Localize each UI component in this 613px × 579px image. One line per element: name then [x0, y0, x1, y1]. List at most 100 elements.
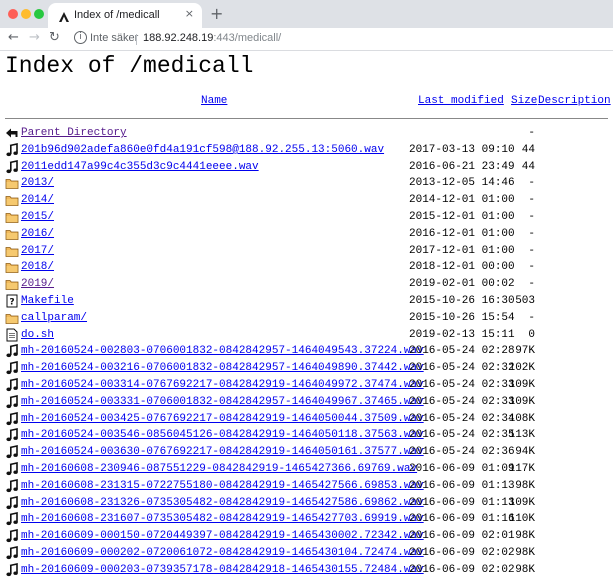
entry-name-link[interactable]: 2015/ — [21, 211, 54, 223]
entry-name-link[interactable]: mh-20160524-003630-0767692217-0842842919… — [21, 446, 424, 458]
entry-name-link[interactable]: 2018/ — [21, 261, 54, 273]
table-row: 2018/2018-12-01 00:00- — [0, 259, 613, 276]
entry-name-link[interactable]: do.sh — [21, 329, 54, 341]
entry-name-link[interactable]: mh-20160524-003546-0856045126-0842842919… — [21, 429, 424, 441]
table-row: mh-20160609-000150-0720449397-0842842919… — [0, 528, 613, 545]
entry-size: 102K — [508, 362, 535, 375]
entry-name-link[interactable]: mh-20160608-231607-0735305482-0842842919… — [21, 513, 424, 525]
entry-size: - — [528, 244, 535, 257]
entry-name-link[interactable]: mh-20160524-003331-0706001832-0842842957… — [21, 396, 424, 408]
entry-size: 113K — [508, 429, 535, 442]
entry-name-link[interactable]: 2011edd147a99c4c355d3c9c4441eeee.wav — [21, 161, 259, 173]
table-row: 2019/2019-02-01 00:02- — [0, 276, 613, 293]
entry-last-modified: 2016-06-09 02:02 — [409, 563, 515, 576]
reload-button[interactable]: ↻ — [49, 30, 60, 45]
entry-name-link[interactable]: 2019/ — [21, 278, 54, 290]
entry-size: 94K — [515, 446, 535, 459]
music-note-icon — [5, 428, 19, 442]
entry-name-link[interactable]: 201b96d902adefa860e0fd4a191cf598@188.92.… — [21, 144, 384, 156]
entry-size: - — [528, 261, 535, 274]
table-row: mh-20160524-003314-0767692217-0842842919… — [0, 377, 613, 394]
entry-name-link[interactable]: mh-20160608-230946-087551229-0842842919-… — [21, 463, 417, 475]
entry-name-link[interactable]: mh-20160524-003216-0706001832-0842842957… — [21, 362, 424, 374]
table-row: 2013/2013-12-05 14:46- — [0, 175, 613, 192]
address-divider — [136, 34, 137, 45]
entry-name-link[interactable]: mh-20160524-003314-0767692217-0842842919… — [21, 379, 424, 391]
music-note-icon — [5, 478, 19, 493]
entry-name-link[interactable]: mh-20160524-002803-0706001832-0842842957… — [21, 345, 424, 357]
browser-toolbar: ← → ↻ i Inte säker 188.92.248.19:443/med… — [0, 28, 613, 51]
entry-name-link[interactable]: 2016/ — [21, 228, 54, 240]
entry-name-link[interactable]: mh-20160608-231326-0735305482-0842842919… — [21, 497, 424, 509]
entry-name-link[interactable]: mh-20160608-231315-0722755180-0842842919… — [21, 480, 424, 492]
url-path: :443/medicall/ — [213, 32, 282, 44]
entry-size: 98K — [515, 479, 535, 492]
entry-name-link[interactable]: Parent Directory — [21, 127, 127, 139]
entry-last-modified: 2016-06-09 01:13 — [409, 479, 515, 492]
sort-by-name-link[interactable]: Name — [201, 95, 227, 107]
entry-size: 109K — [508, 496, 535, 509]
minimize-window-button[interactable] — [21, 9, 31, 19]
entry-size: 0 — [528, 328, 535, 341]
entry-last-modified: 2016-05-24 02:28 — [409, 345, 515, 358]
address-bar[interactable]: 188.92.248.19:443/medicall/ — [143, 32, 281, 44]
entry-name-link[interactable]: mh-20160609-000203-0739357178-0842842918… — [21, 564, 424, 576]
table-row: ? Makefile 2015-10-26 16:30 503 — [0, 293, 613, 310]
entry-last-modified: 2017-12-01 01:00 — [409, 244, 515, 257]
entry-name-link[interactable]: 2017/ — [21, 245, 54, 257]
entry-name-link[interactable]: 2014/ — [21, 194, 54, 206]
folder-icon — [5, 244, 19, 258]
music-note-icon — [5, 411, 19, 426]
url-host: 188.92.248.19 — [143, 32, 214, 44]
sort-by-last-modified-link[interactable]: Last modified — [418, 95, 504, 107]
table-row: 201b96d902adefa860e0fd4a191cf598@188.92.… — [0, 142, 613, 159]
music-note-icon — [5, 462, 19, 476]
folder-icon — [5, 227, 19, 241]
zoom-window-button[interactable] — [34, 9, 44, 19]
entry-name-link[interactable]: callparam/ — [21, 312, 87, 324]
sort-by-description-link[interactable]: Description — [538, 95, 611, 107]
table-row: 2015/2015-12-01 01:00 - — [0, 209, 613, 226]
music-note-icon — [5, 495, 19, 510]
entry-size: - — [528, 227, 535, 240]
entry-last-modified: 2016-05-24 02:34 — [409, 412, 515, 425]
table-row: 2016/2016-12-01 01:00- — [0, 226, 613, 243]
entry-last-modified: 2019-02-01 00:02 — [409, 278, 515, 291]
back-button[interactable]: ← — [8, 30, 19, 45]
entry-last-modified: 2016-06-09 02:02 — [409, 547, 515, 559]
folder-icon — [5, 193, 19, 207]
forward-button[interactable]: → — [29, 30, 40, 45]
folder-icon — [5, 210, 19, 224]
new-tab-button[interactable]: + — [210, 4, 223, 23]
entry-name-link[interactable]: 2013/ — [21, 177, 54, 189]
entry-last-modified: 2013-12-05 14:46 — [409, 177, 515, 190]
tab-close-icon[interactable]: × — [185, 7, 194, 20]
entry-last-modified: 2019-02-13 15:11 — [409, 328, 515, 341]
music-note-icon — [5, 546, 19, 560]
table-row: mh-20160524-003630-0767692217-0842842919… — [0, 444, 613, 461]
folder-icon — [5, 260, 19, 274]
entry-last-modified: 2016-05-24 02:35 — [409, 429, 515, 442]
entry-name-link[interactable]: mh-20160609-000202-0720061072-0842842919… — [21, 547, 424, 559]
entry-size: 108K — [508, 412, 535, 425]
entry-size: 109K — [508, 379, 535, 391]
entry-size: - — [528, 194, 535, 207]
close-window-button[interactable] — [8, 9, 18, 19]
info-icon[interactable]: i — [74, 31, 87, 44]
table-row: mh-20160524-003216-0706001832-0842842957… — [0, 360, 613, 377]
entry-name-link[interactable]: Makefile — [21, 295, 74, 307]
security-label[interactable]: Inte säker — [90, 32, 138, 44]
entry-name-link[interactable]: mh-20160524-003425-0767692217-0842842919… — [21, 413, 424, 425]
table-row: mh-20160608-231607-0735305482-0842842919… — [0, 511, 613, 528]
entry-last-modified: 2016-05-24 02:33 — [409, 379, 515, 391]
table-row: 2017/2017-12-01 01:00- — [0, 243, 613, 260]
music-note-icon — [5, 562, 19, 577]
entry-name-link[interactable]: mh-20160609-000150-0720449397-0842842919… — [21, 530, 424, 542]
page-title: Index of /medicall — [5, 53, 254, 79]
sort-by-size-link[interactable]: Size — [511, 95, 537, 107]
browser-tab[interactable]: Index of /medicall × — [48, 3, 202, 28]
table-row: 2011edd147a99c4c355d3c9c4441eeee.wav 2016… — [0, 159, 613, 176]
back-arrow-icon — [5, 126, 19, 140]
table-row: mh-20160608-231326-0735305482-0842842919… — [0, 495, 613, 512]
table-row: mh-20160609-000202-0720061072-0842842919… — [0, 545, 613, 562]
